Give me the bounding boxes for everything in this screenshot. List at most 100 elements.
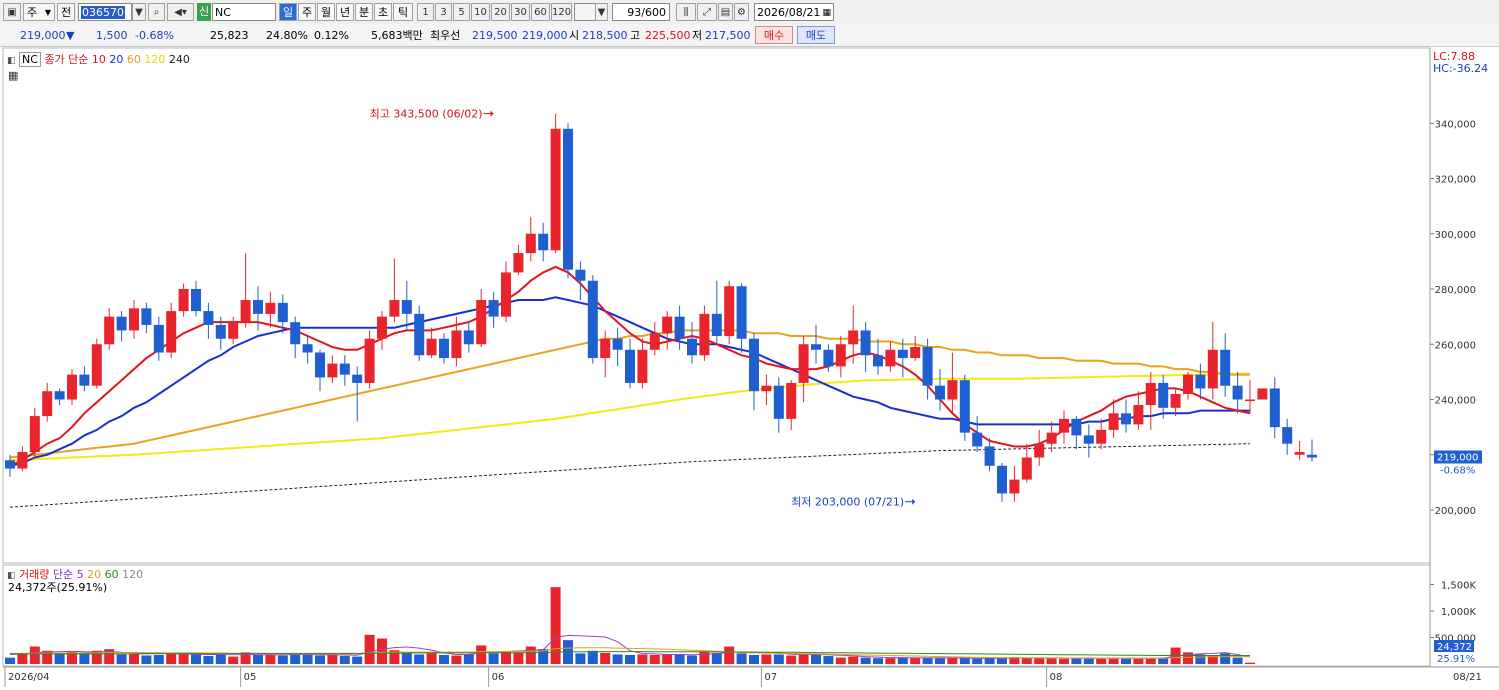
volume-bar <box>339 656 350 664</box>
volume-bar <box>153 654 164 664</box>
low-price: 217,500 <box>705 29 751 42</box>
candle <box>426 338 437 356</box>
interval-3[interactable]: 3 <box>435 3 452 21</box>
candle <box>922 347 933 386</box>
volume-bar <box>885 658 896 664</box>
buy-button[interactable]: 매수 <box>755 26 793 44</box>
crosshair-icon[interactable]: ⤢ <box>697 3 717 21</box>
interval-1[interactable]: 1 <box>417 3 434 21</box>
date-axis-label: 2026/04 <box>8 672 50 683</box>
period-tab-year[interactable]: 년 <box>336 3 354 21</box>
sound-icon[interactable]: ◀▾ <box>167 3 194 21</box>
save-icon[interactable]: ▤ <box>718 3 733 21</box>
candle <box>42 391 53 417</box>
period-tab-tick[interactable]: 틱 <box>393 3 413 21</box>
candle <box>116 316 127 331</box>
volume-bar <box>401 653 412 664</box>
volume-bar <box>1220 653 1231 664</box>
last-price-label: 219,000 <box>1437 453 1478 464</box>
count-field[interactable]: 93/600 <box>612 3 670 21</box>
candle <box>897 349 908 359</box>
candle <box>1071 418 1082 436</box>
gear-icon[interactable]: ⚙ <box>734 3 749 21</box>
interval-120[interactable]: 120 <box>551 3 572 21</box>
volume-bar <box>29 646 40 664</box>
stock-name-field[interactable]: NC <box>212 3 276 21</box>
period-tab-day[interactable]: 일 <box>279 3 297 21</box>
custom-interval-dropdown-icon[interactable]: ▼ <box>595 3 608 21</box>
period-tab-month[interactable]: 월 <box>317 3 335 21</box>
volume-bar <box>749 654 759 664</box>
candle <box>1009 479 1020 494</box>
candle <box>79 374 90 386</box>
volume-bar <box>364 634 375 664</box>
candle <box>377 316 387 339</box>
interval-20[interactable]: 20 <box>491 3 510 21</box>
type-button[interactable]: 전 <box>57 3 75 21</box>
candle <box>835 344 846 367</box>
volume-axis-label: 1,000K <box>1441 607 1477 618</box>
volume-bar <box>116 654 127 664</box>
candle <box>352 374 363 383</box>
legend-ma-240: 240 <box>168 53 190 66</box>
candle <box>141 308 152 325</box>
candle <box>1282 427 1293 444</box>
interval-10[interactable]: 10 <box>471 3 490 21</box>
candle <box>749 338 759 392</box>
candle <box>129 308 139 331</box>
market-select[interactable]: 주 ▼ <box>23 3 55 21</box>
sell-button[interactable]: 매도 <box>797 26 835 44</box>
candle <box>451 330 462 359</box>
volume-bar <box>786 655 797 664</box>
volume-bar <box>736 653 747 664</box>
chart-window-icon[interactable]: ▣ <box>3 3 21 21</box>
interval-30[interactable]: 30 <box>511 3 530 21</box>
candle <box>823 349 834 367</box>
candle <box>1158 382 1169 408</box>
legend-ma-60: 60 <box>126 53 141 66</box>
grid-toggle-icon[interactable]: ▦ <box>8 69 18 82</box>
period-tab-second[interactable]: 초 <box>374 3 392 21</box>
volume-bar <box>1034 657 1045 664</box>
volume-bar <box>228 656 239 664</box>
candle <box>935 385 945 400</box>
candle-style-icon[interactable]: ⫼ <box>676 3 696 21</box>
candle <box>1294 451 1305 455</box>
volume-bar <box>215 654 226 664</box>
high-label: 고 <box>630 29 641 42</box>
volume-bar <box>587 650 598 664</box>
interval-60[interactable]: 60 <box>531 3 550 21</box>
volume-bar <box>935 658 945 664</box>
candle <box>550 128 561 251</box>
date-field[interactable]: 2026/08/21 ▦ <box>754 3 834 21</box>
period-tab-week[interactable]: 주 <box>298 3 316 21</box>
date-axis-label: 06 <box>492 672 505 683</box>
candle <box>1046 432 1057 444</box>
price-axis-label: 320,000 <box>1435 175 1476 186</box>
code-dropdown-icon[interactable]: ▼ <box>132 3 146 21</box>
quote-bar: 219,000 ▼ 1,500 -0.68% 25,823 24.80% 0.1… <box>0 24 1499 47</box>
candle <box>476 300 487 345</box>
count-value: 93 <box>627 6 642 19</box>
calendar-icon[interactable]: ▦ <box>822 4 831 22</box>
candle <box>649 333 660 350</box>
date-badge: 08/21 <box>1453 672 1482 683</box>
interval-5[interactable]: 5 <box>453 3 470 21</box>
volume-bar <box>860 657 871 664</box>
candle <box>699 313 710 356</box>
open-price: 218,500 <box>582 29 628 42</box>
date-value: 2026/08/21 <box>757 6 821 19</box>
legend-toggle-icon[interactable]: ◧ <box>7 56 16 66</box>
volume-bar <box>265 654 276 664</box>
candle <box>414 313 425 356</box>
search-icon[interactable]: ⌕ <box>148 3 165 21</box>
candle <box>947 380 958 400</box>
candle <box>1059 418 1069 433</box>
volume-bar <box>451 655 462 664</box>
candle <box>563 128 573 270</box>
code-input[interactable]: 036570 <box>78 3 132 21</box>
price-volume-chart[interactable]: 200,000220,000240,000260,000280,000300,0… <box>0 47 1499 687</box>
period-tab-minute[interactable]: 분 <box>355 3 373 21</box>
price-axis-label: 260,000 <box>1435 340 1476 351</box>
volume-bar <box>352 656 363 664</box>
